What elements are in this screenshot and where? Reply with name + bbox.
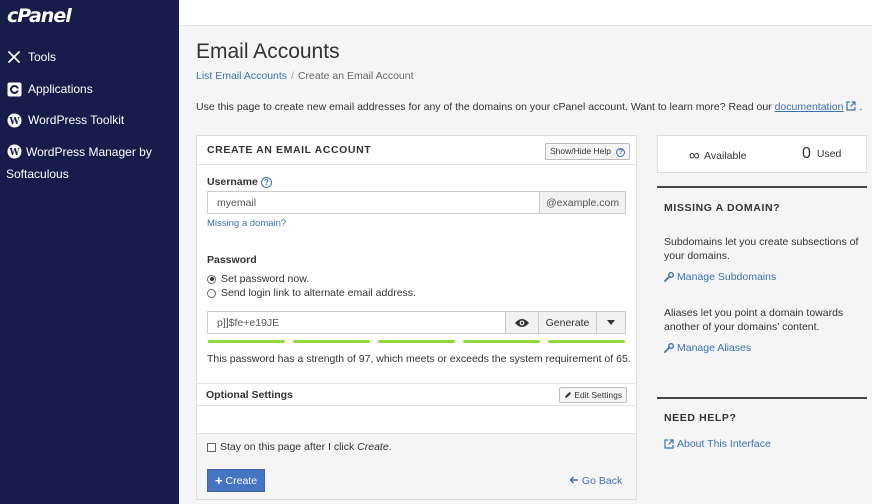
domain-addon[interactable]: @example.com xyxy=(539,191,626,214)
create-label: Create xyxy=(225,474,258,487)
svg-text:W: W xyxy=(8,117,20,127)
missing-domain-heading: MISSING A DOMAIN? xyxy=(664,202,781,214)
top-bar xyxy=(179,0,872,26)
sidebar-item-label: WordPress Toolkit xyxy=(28,113,125,127)
radio-button-selected[interactable] xyxy=(207,274,216,284)
about-interface-label: About This Interface xyxy=(677,438,771,450)
eye-icon xyxy=(515,318,529,327)
breadcrumb-current: Create an Email Account xyxy=(297,70,414,82)
strength-meter-segment xyxy=(293,340,370,343)
intro-end: . xyxy=(859,101,863,113)
help-icon: ? xyxy=(616,148,626,157)
section-divider xyxy=(657,186,867,188)
applications-icon xyxy=(6,81,22,97)
strength-meter-segment xyxy=(463,340,540,343)
plus-icon: + xyxy=(214,473,223,488)
wordpress-icon: W xyxy=(6,112,22,128)
breadcrumb: List Email Accounts / Create an Email Acco… xyxy=(196,70,414,82)
intro-sentence: Use this page to create new email addres… xyxy=(196,101,775,113)
strength-meter-segment xyxy=(548,340,625,343)
manage-aliases-label: Manage Aliases xyxy=(677,342,752,354)
documentation-link[interactable]: documentation xyxy=(775,101,844,113)
panel-heading: CREATE AN EMAIL ACCOUNT xyxy=(207,144,372,156)
subdomains-help-text: Subdomains let you create subsections of… xyxy=(664,236,859,262)
stay-label-create: Create xyxy=(357,441,389,453)
create-button[interactable]: + Create xyxy=(207,469,265,492)
external-link-icon xyxy=(846,101,857,111)
help-toggle-label: Show/Hide Help xyxy=(550,146,611,156)
go-back-link[interactable]: Go Back xyxy=(569,475,622,487)
go-back-label: Go Back xyxy=(581,475,623,487)
email-stats-box: ∞ Available 0 Used xyxy=(657,135,867,173)
sidebar-item-wordpress-manager[interactable]: W WordPress Manager by Softaculous xyxy=(6,141,174,185)
username-input[interactable]: myemail xyxy=(207,191,540,214)
used-stat: 0 Used xyxy=(802,145,841,163)
wrench-icon xyxy=(664,272,674,282)
radio-button[interactable] xyxy=(207,288,216,298)
available-stat: ∞ Available xyxy=(689,147,746,164)
optional-settings-header: Optional Settings Edit Settings xyxy=(196,383,637,406)
stay-on-page-checkbox[interactable] xyxy=(207,443,216,452)
username-label: Username? xyxy=(207,176,272,188)
stay-on-page-label: Stay on this page after I click Create. xyxy=(220,441,392,453)
used-count: 0 xyxy=(802,145,811,162)
aliases-help-text: Aliases let you point a domain towards a… xyxy=(664,307,844,333)
radio-set-password[interactable]: Set password now. xyxy=(207,273,309,285)
breadcrumb-separator: / xyxy=(291,70,294,82)
strength-meter-segment xyxy=(378,340,455,343)
tools-icon xyxy=(6,49,22,65)
optional-settings-heading: Optional Settings xyxy=(206,389,293,401)
stay-label-suffix: . xyxy=(388,441,392,453)
infinity-symbol: ∞ xyxy=(689,147,700,164)
breadcrumb-list-email-accounts[interactable]: List Email Accounts xyxy=(196,70,287,82)
radio-label: Send login link to alternate email addre… xyxy=(221,287,416,299)
sidebar-item-applications[interactable]: Applications xyxy=(6,81,93,97)
sidebar-item-label: Applications xyxy=(28,82,93,96)
password-input[interactable]: p]]$fe+e19JE xyxy=(207,311,506,334)
used-label: Used xyxy=(816,148,842,160)
sidebar-item-tools[interactable]: Tools xyxy=(6,49,56,65)
edit-settings-button[interactable]: Edit Settings xyxy=(559,387,628,403)
intro-text: Use this page to create new email addres… xyxy=(196,101,862,113)
strength-meter-segment xyxy=(208,340,285,343)
sidebar-item-label: WordPress Manager by Softaculous xyxy=(6,145,152,181)
sidebar-item-label: Tools xyxy=(28,50,57,64)
username-label-text: Username xyxy=(207,176,258,188)
available-label: Available xyxy=(704,150,747,162)
generate-button[interactable]: Generate xyxy=(538,311,597,334)
pencil-icon xyxy=(565,392,571,398)
generate-dropdown-button[interactable] xyxy=(596,311,626,334)
show-hide-help-button[interactable]: Show/Hide Help ? xyxy=(545,143,631,160)
wrench-icon xyxy=(664,343,674,353)
edit-settings-label: Edit Settings xyxy=(574,390,623,400)
section-divider xyxy=(657,397,867,399)
sidebar: cPanel Tools Applications W WordPress To… xyxy=(0,0,179,504)
about-interface-link[interactable]: About This Interface xyxy=(664,438,771,450)
password-label: Password xyxy=(207,254,257,266)
sidebar-item-wordpress-toolkit[interactable]: W WordPress Toolkit xyxy=(6,112,124,128)
page-title: Email Accounts xyxy=(196,40,340,63)
manage-subdomains-label: Manage Subdomains xyxy=(677,271,777,283)
svg-text:W: W xyxy=(8,148,20,158)
manage-aliases-link[interactable]: Manage Aliases xyxy=(664,342,751,354)
caret-down-icon xyxy=(607,320,615,325)
need-help-heading: NEED HELP? xyxy=(664,412,737,424)
missing-domain-link[interactable]: Missing a domain? xyxy=(207,218,286,229)
arrow-left-icon xyxy=(569,476,578,484)
radio-send-login-link[interactable]: Send login link to alternate email addre… xyxy=(207,287,416,299)
external-link-icon xyxy=(664,439,674,449)
password-strength-text: This password has a strength of 97, whic… xyxy=(207,353,631,365)
manage-subdomains-link[interactable]: Manage Subdomains xyxy=(664,271,776,283)
cpanel-logo[interactable]: cPanel xyxy=(7,5,72,27)
wordpress-icon: W xyxy=(6,144,22,160)
help-icon[interactable]: ? xyxy=(260,177,272,188)
radio-label: Set password now. xyxy=(221,273,310,285)
stay-label-prefix: Stay on this page after I click xyxy=(220,441,358,453)
show-password-button[interactable] xyxy=(505,311,539,334)
panel-header: CREATE AN EMAIL ACCOUNT Show/Hide Help ? xyxy=(197,136,636,165)
